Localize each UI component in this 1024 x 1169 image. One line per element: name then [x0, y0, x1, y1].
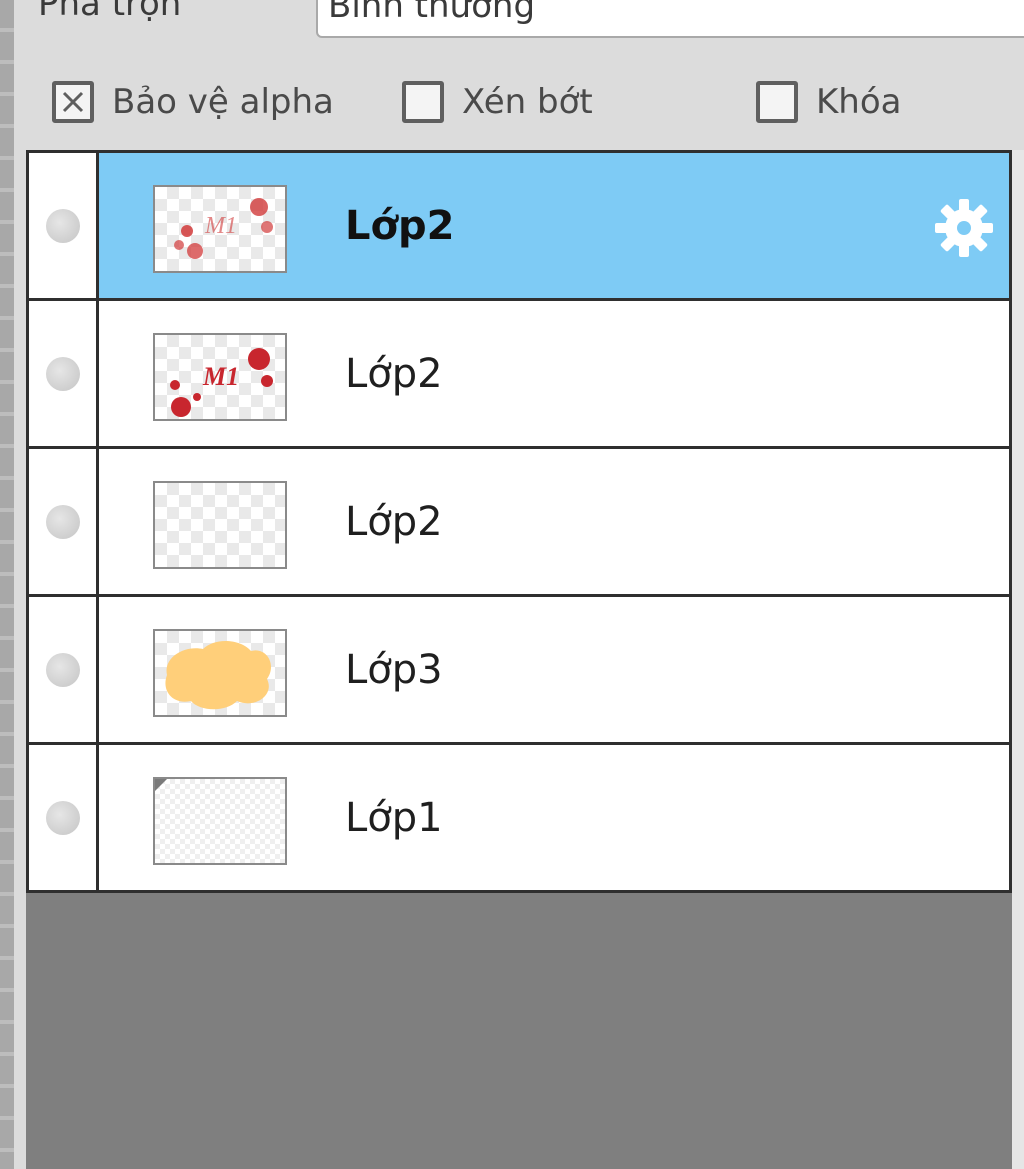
visibility-column: [29, 301, 99, 446]
layer-row[interactable]: Lớp1: [29, 745, 1009, 890]
lock-label: Khóa: [816, 82, 902, 122]
clipping-label: Xén bớt: [462, 82, 593, 122]
visibility-dot-icon[interactable]: [46, 653, 80, 687]
visibility-dot-icon[interactable]: [46, 801, 80, 835]
layer-thumbnail: M1: [153, 333, 287, 421]
blend-mode-label: Phả trộn: [38, 0, 182, 24]
visibility-column: [29, 449, 99, 594]
layer-thumbnail-art: M1: [170, 348, 273, 417]
visibility-dot-icon[interactable]: [46, 505, 80, 539]
blend-mode-row: Phả trộn Bình thường: [0, 0, 1024, 40]
lock-option[interactable]: Khóa: [756, 78, 901, 126]
layer-thumbnail: [153, 777, 287, 865]
visibility-column: [29, 153, 99, 298]
layer-row-main[interactable]: Lớp1: [99, 745, 1009, 890]
blend-mode-value: Bình thường: [328, 0, 536, 26]
panel-right-edge: [1012, 150, 1024, 1169]
layer-thumbnail: M1: [153, 185, 287, 273]
layer-list: M1 Lớp2 M1 Lớp2 Lớp2 Lớp3 Lớp1: [26, 150, 1012, 893]
visibility-column: [29, 597, 99, 742]
layer-row[interactable]: M1 Lớp2: [29, 153, 1009, 301]
layer-row-main[interactable]: Lớp3: [99, 597, 1009, 742]
window-left-border: [0, 0, 14, 1169]
layer-name: Lớp2: [345, 499, 443, 545]
svg-text:M1: M1: [204, 213, 237, 239]
layer-name: Lớp3: [345, 647, 443, 693]
layer-thumbnail: [153, 481, 287, 569]
layer-row[interactable]: Lớp3: [29, 597, 1009, 745]
layer-name: Lớp1: [345, 795, 443, 841]
layer-row-main[interactable]: M1 Lớp2: [99, 301, 1009, 446]
clipping-checkbox[interactable]: [402, 81, 444, 123]
svg-text:M1: M1: [202, 362, 239, 391]
layer-thumbnail: [153, 629, 287, 717]
layer-name: Lớp2: [345, 203, 455, 249]
visibility-column: [29, 745, 99, 890]
protect-alpha-option[interactable]: Bảo vệ alpha: [52, 78, 334, 126]
layer-thumbnail-art: [155, 779, 167, 791]
layer-row[interactable]: M1 Lớp2: [29, 301, 1009, 449]
layer-row-main[interactable]: Lớp2: [99, 449, 1009, 594]
checkbox-checked-icon: [62, 91, 84, 113]
layer-row[interactable]: Lớp2: [29, 449, 1009, 597]
layer-options-row: Bảo vệ alpha Xén bớt Khóa: [0, 70, 1024, 134]
clipping-option[interactable]: Xén bớt: [402, 78, 593, 126]
protect-alpha-checkbox[interactable]: [52, 81, 94, 123]
layer-row-main[interactable]: M1 Lớp2: [99, 153, 1009, 298]
layer-list-empty-area: [26, 893, 1012, 1169]
visibility-dot-icon[interactable]: [46, 209, 80, 243]
visibility-dot-icon[interactable]: [46, 357, 80, 391]
layer-thumbnail-art: M1: [174, 198, 273, 259]
layer-thumbnail-art: [165, 640, 272, 710]
gear-icon[interactable]: [929, 193, 999, 263]
layer-name: Lớp2: [345, 351, 443, 397]
lock-checkbox[interactable]: [756, 81, 798, 123]
protect-alpha-label: Bảo vệ alpha: [112, 82, 334, 122]
blend-mode-select[interactable]: Bình thường: [316, 0, 1024, 38]
